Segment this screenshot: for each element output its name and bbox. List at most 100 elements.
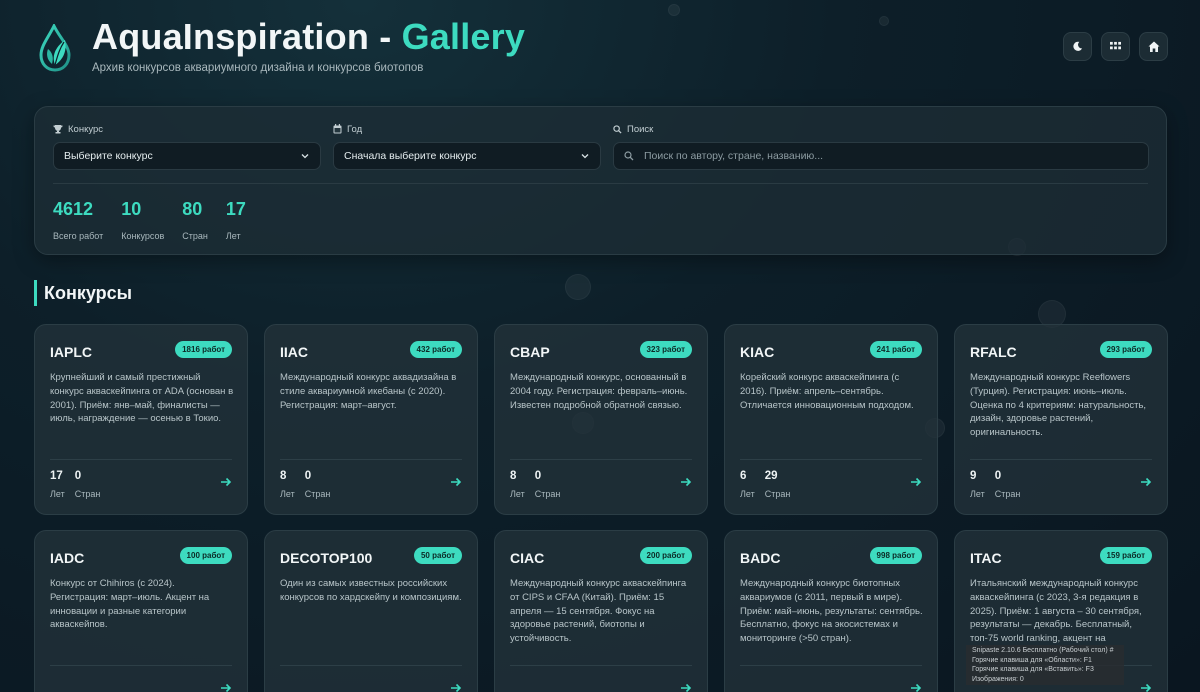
card-title: BADC bbox=[740, 550, 781, 566]
theme-toggle-button[interactable] bbox=[1063, 32, 1092, 61]
arrow-right-icon[interactable] bbox=[450, 477, 462, 487]
card-title: IAPLC bbox=[50, 344, 92, 360]
arrow-right-icon[interactable] bbox=[1140, 477, 1152, 487]
stats-row: 4612 Всего работ 10 Конкурсов 80 Стран 17 Ле… bbox=[53, 199, 264, 241]
contest-grid: IAPLC 1816 работ Крупнейший и самый прести… bbox=[34, 324, 1168, 692]
page-subtitle: Архив конкурсов аквариумного дизайна и к… bbox=[92, 62, 424, 74]
year-label: Год bbox=[347, 123, 363, 135]
stat-total-works: 4612 Всего работ bbox=[53, 199, 104, 241]
search-icon bbox=[624, 151, 634, 161]
card-stat-years: Лет bbox=[510, 676, 525, 692]
overlay-line: Изображения: 0 bbox=[972, 675, 1024, 683]
card-title: DECOTOP100 bbox=[280, 550, 373, 566]
works-count-badge: 998 работ bbox=[869, 547, 922, 564]
card-divider bbox=[280, 459, 462, 460]
card-stats: Лет Стран bbox=[510, 676, 560, 692]
card-stat-years: Лет bbox=[50, 676, 65, 692]
arrow-right-icon[interactable] bbox=[220, 477, 232, 487]
card-stat-years: 17 Лет bbox=[50, 470, 65, 499]
arrow-right-icon[interactable] bbox=[680, 477, 692, 487]
card-description: Международный конкурс аквадизайна в стил… bbox=[280, 372, 457, 411]
card-stat-countries: Стран bbox=[765, 676, 791, 692]
arrow-right-icon[interactable] bbox=[220, 683, 232, 692]
contest-card-iiac[interactable]: IIAC 432 работ Международный конкурс аквад… bbox=[264, 324, 478, 515]
contest-card-decotop100[interactable]: DECOTOP100 50 работ Один из самых известны… bbox=[264, 530, 478, 692]
contest-card-ciac[interactable]: CIAC 200 работ Международный конкурс аквас… bbox=[494, 530, 708, 692]
card-stat-years: 8 Лет bbox=[510, 470, 525, 499]
card-description: Международный конкурс биотопных аквариум… bbox=[740, 578, 923, 645]
card-stat-countries: 0 Стран bbox=[994, 470, 1021, 499]
card-stat-countries: Стран bbox=[305, 676, 331, 692]
card-stats: 8 Лет 0 Стран bbox=[510, 470, 560, 499]
card-stat-years: 9 Лет bbox=[970, 470, 985, 499]
stat-countries: 80 Стран bbox=[182, 199, 208, 241]
arrow-right-icon[interactable] bbox=[910, 683, 922, 692]
home-button[interactable] bbox=[1139, 32, 1168, 61]
card-stat-years: Лет bbox=[740, 676, 755, 692]
page-title: AquaInspiration - Gallery bbox=[92, 16, 526, 57]
card-stats: Лет Стран bbox=[50, 676, 100, 692]
search-label: Поиск bbox=[627, 123, 654, 135]
card-stats: 9 Лет 0 Стран bbox=[970, 470, 1020, 499]
arrow-right-icon[interactable] bbox=[1140, 683, 1152, 692]
card-title: ITAC bbox=[970, 550, 1002, 566]
arrow-right-icon[interactable] bbox=[680, 683, 692, 692]
card-description: Крупнейший и самый престижный конкурс ак… bbox=[50, 372, 234, 425]
card-stat-countries: 0 Стран bbox=[74, 470, 101, 499]
year-select[interactable]: Сначала выберите конкурс bbox=[333, 142, 601, 170]
works-count-badge: 241 работ bbox=[869, 341, 922, 358]
arrow-right-icon[interactable] bbox=[910, 477, 922, 487]
works-count-badge: 200 работ bbox=[639, 547, 692, 564]
contest-card-cbap[interactable]: CBAP 323 работ Международный конкурс, осно… bbox=[494, 324, 708, 515]
overlay-line: Snipaste 2.10.6 Бесплатно (Рабочий стол)… bbox=[972, 647, 1114, 654]
card-divider bbox=[740, 459, 922, 460]
moon-icon bbox=[1073, 41, 1083, 51]
card-title: IIAC bbox=[280, 344, 308, 360]
section-title: Конкурсы bbox=[34, 280, 132, 306]
card-stats: Лет Стран bbox=[280, 676, 330, 692]
card-description: Международный конкурс, основанный в 2004… bbox=[510, 372, 688, 411]
contest-label: Конкурс bbox=[68, 123, 104, 135]
chevron-down-icon bbox=[581, 154, 589, 159]
card-divider bbox=[50, 665, 232, 666]
contest-card-iadc[interactable]: IADC 100 работ Конкурс от Chihiros (с 2024… bbox=[34, 530, 248, 692]
card-stat-countries: 0 Стран bbox=[304, 470, 331, 499]
arrow-right-icon[interactable] bbox=[450, 683, 462, 692]
snipaste-overlay: Snipaste 2.10.6 Бесплатно (Рабочий стол)… bbox=[966, 645, 1124, 685]
page-header: AquaInspiration - Gallery Архив конкурсо… bbox=[38, 14, 1168, 80]
card-stats: 6 Лет 29 Стран bbox=[740, 470, 790, 499]
contest-card-rfalc[interactable]: RFALC 293 работ Международный конкурс Reef… bbox=[954, 324, 1168, 515]
card-title: CIAC bbox=[510, 550, 545, 566]
trophy-icon bbox=[53, 125, 63, 134]
bubble bbox=[565, 274, 591, 300]
contest-card-kiac[interactable]: KIAC 241 работ Корейский конкурс акваскейп… bbox=[724, 324, 938, 515]
card-stats: 8 Лет 0 Стран bbox=[280, 470, 330, 499]
works-count-badge: 159 работ bbox=[1099, 547, 1152, 564]
works-count-badge: 323 работ bbox=[639, 341, 692, 358]
works-count-badge: 432 работ bbox=[409, 341, 462, 358]
panel-divider bbox=[53, 183, 1148, 184]
card-divider bbox=[970, 459, 1152, 460]
home-icon bbox=[1148, 41, 1159, 52]
search-input[interactable]: Поиск по автору, стране, названию... bbox=[613, 142, 1149, 170]
card-divider bbox=[50, 459, 232, 460]
stat-contests: 10 Конкурсов bbox=[121, 199, 165, 241]
card-title: RFALC bbox=[970, 344, 1017, 360]
card-title: IADC bbox=[50, 550, 85, 566]
card-divider bbox=[510, 665, 692, 666]
overlay-line: Горячие клавиша для «Области»: F1 bbox=[972, 656, 1092, 664]
works-count-badge: 1816 работ bbox=[175, 341, 232, 358]
contest-card-badc[interactable]: BADC 998 работ Международный конкурс биото… bbox=[724, 530, 938, 692]
card-description: Международный конкурс Reeflowers (Турция… bbox=[970, 372, 1147, 439]
card-title: CBAP bbox=[510, 344, 550, 360]
overlay-line: Горячие клавиша для «Вставить»: F3 bbox=[972, 666, 1094, 673]
card-stat-countries: 29 Стран bbox=[764, 470, 791, 499]
card-divider bbox=[510, 459, 692, 460]
card-stat-countries: Стран bbox=[535, 676, 561, 692]
card-title: KIAC bbox=[740, 344, 775, 360]
grid-icon bbox=[1110, 41, 1121, 50]
grid-view-button[interactable] bbox=[1101, 32, 1130, 61]
card-description: Конкурс от Chihiros (с 2024). Регистраци… bbox=[50, 578, 210, 631]
contest-select[interactable]: Выберите конкурс bbox=[53, 142, 321, 170]
contest-card-iaplc[interactable]: IAPLC 1816 работ Крупнейший и самый прести… bbox=[34, 324, 248, 515]
